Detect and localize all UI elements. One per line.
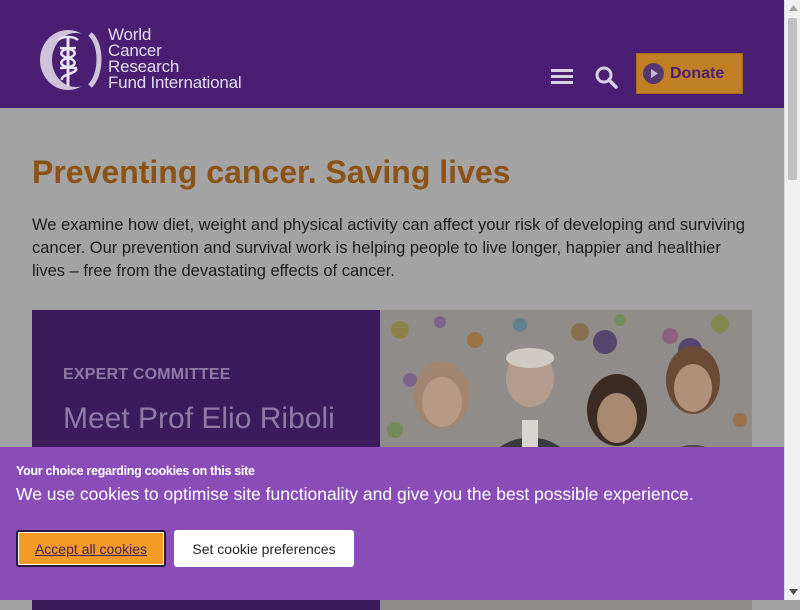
hamburger-menu-button[interactable] bbox=[549, 64, 577, 90]
donate-label: Donate bbox=[670, 64, 725, 82]
set-cookie-preferences-label: Set cookie preferences bbox=[192, 540, 336, 557]
scroll-up-arrow-icon[interactable] bbox=[785, 0, 800, 16]
donate-button[interactable]: Donate bbox=[636, 53, 743, 94]
intro-paragraph: We examine how diet, weight and physical… bbox=[32, 216, 745, 280]
cookie-consent-banner: Your choice regarding cookies on this si… bbox=[0, 447, 784, 600]
scroll-thumb[interactable] bbox=[788, 18, 797, 180]
cookie-heading: Your choice regarding cookies on this si… bbox=[16, 464, 255, 478]
search-button[interactable] bbox=[594, 64, 620, 90]
play-circle-icon bbox=[643, 63, 664, 84]
accept-all-cookies-button[interactable]: Accept all cookies bbox=[16, 530, 166, 567]
site-header: World Cancer Research Fund International… bbox=[0, 0, 784, 108]
logo-line: Fund International bbox=[108, 73, 242, 92]
cookie-description: We use cookies to optimise site function… bbox=[16, 484, 694, 504]
page-headline: Preventing cancer. Saving lives bbox=[32, 154, 511, 190]
vertical-scrollbar[interactable] bbox=[784, 0, 800, 600]
wcrf-logo[interactable]: World Cancer Research Fund International bbox=[38, 26, 258, 96]
feature-title[interactable]: Meet Prof Elio Riboli bbox=[63, 402, 335, 436]
logo-wordmark: World Cancer Research Fund International bbox=[108, 26, 242, 92]
wcrf-emblem-icon bbox=[40, 30, 102, 90]
feature-kicker: EXPERT COMMITTEE bbox=[63, 366, 231, 383]
hamburger-menu-icon bbox=[551, 69, 573, 84]
accept-all-cookies-label: Accept all cookies bbox=[34, 540, 148, 557]
search-icon bbox=[595, 66, 618, 89]
set-cookie-preferences-button[interactable]: Set cookie preferences bbox=[174, 530, 354, 567]
scroll-down-arrow-icon[interactable] bbox=[785, 584, 800, 600]
